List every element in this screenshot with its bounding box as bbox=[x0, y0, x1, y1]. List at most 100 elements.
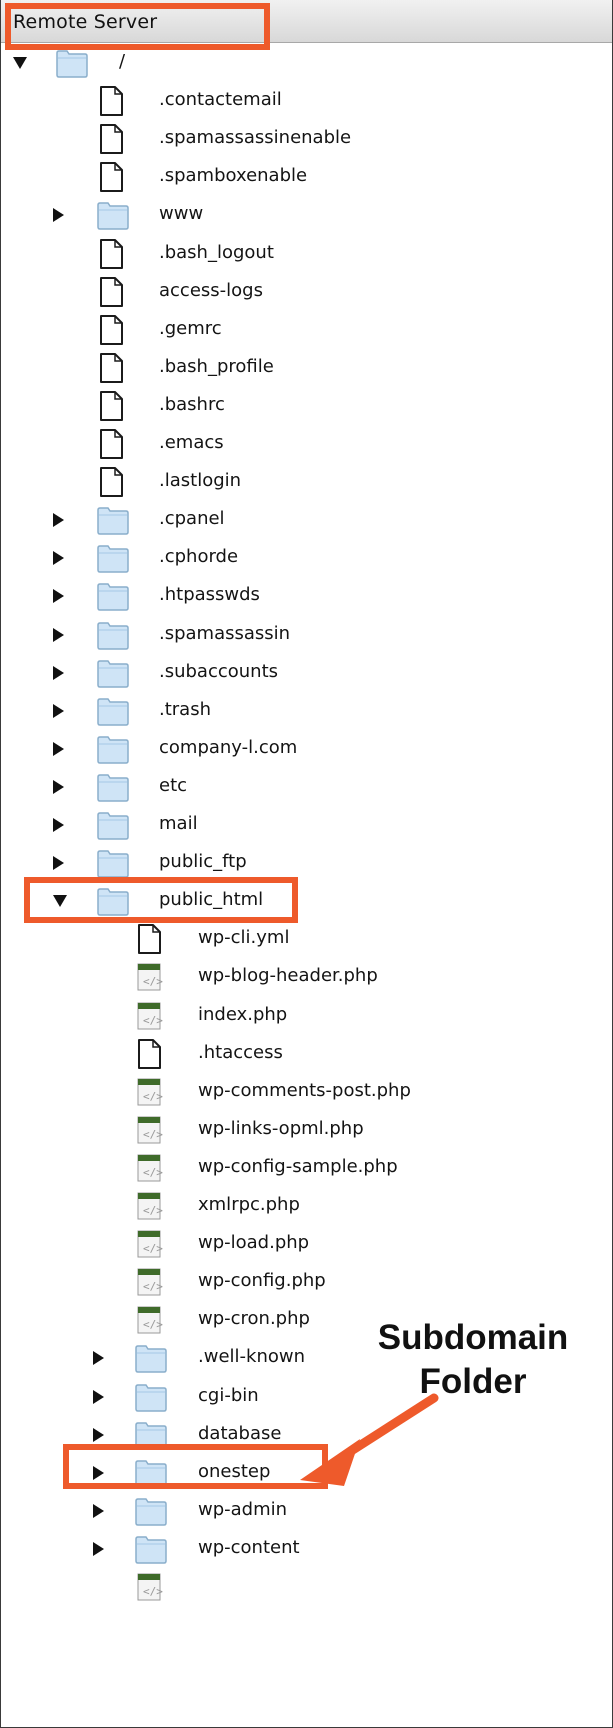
collapsed-disclosure-icon[interactable] bbox=[53, 779, 64, 794]
tree-row-emacs[interactable]: .emacs bbox=[1, 425, 612, 463]
svg-text:</>: </> bbox=[143, 1318, 163, 1331]
collapsed-disclosure-icon[interactable] bbox=[53, 513, 64, 528]
tree-row-lastlogin[interactable]: .lastlogin bbox=[1, 463, 612, 501]
tree-item-label: .emacs bbox=[159, 432, 224, 453]
collapsed-disclosure-icon[interactable] bbox=[53, 627, 64, 642]
svg-text:</>: </> bbox=[143, 1280, 163, 1293]
folder-icon bbox=[96, 657, 130, 693]
collapsed-disclosure-icon[interactable] bbox=[53, 818, 64, 832]
folder-icon bbox=[96, 771, 130, 807]
tree-row-wp-links-opml-php[interactable]: </> wp-links-opml.php bbox=[1, 1111, 612, 1149]
file-icon bbox=[96, 276, 126, 312]
file-icon bbox=[96, 390, 126, 426]
expanded-disclosure-icon[interactable] bbox=[13, 57, 27, 69]
php-file-icon: </> bbox=[134, 1190, 164, 1226]
tree-item-label: wp-links-opml.php bbox=[198, 1117, 364, 1139]
tree-row-wp-load-php[interactable]: </> wp-load.php bbox=[1, 1225, 612, 1263]
tree-row-htaccess[interactable]: .htaccess bbox=[1, 1035, 612, 1073]
tree-row-wp-config-php[interactable]: </> wp-config.php bbox=[1, 1263, 612, 1301]
tree-row-bash-logout[interactable]: .bash_logout bbox=[1, 235, 612, 273]
tree-item-label: database bbox=[198, 1422, 282, 1444]
collapsed-disclosure-icon[interactable] bbox=[93, 1427, 104, 1442]
folder-icon bbox=[134, 1495, 168, 1531]
subdomain-folder-callout: Subdomain Folder bbox=[348, 1316, 598, 1404]
callout-line-1: Subdomain bbox=[377, 1318, 569, 1357]
php-file-icon: </> bbox=[134, 1571, 164, 1607]
tree-row-trash[interactable]: .trash bbox=[1, 692, 612, 730]
tree-row-spamassassin[interactable]: .spamassassin bbox=[1, 616, 612, 654]
collapsed-disclosure-icon[interactable] bbox=[53, 551, 64, 566]
tree-row-spamassassinenable[interactable]: .spamassassinenable bbox=[1, 120, 612, 158]
tree-row-bash-profile[interactable]: .bash_profile bbox=[1, 349, 612, 387]
tree-item-label: .spamassassin bbox=[159, 622, 291, 644]
tree-row-www[interactable]: www bbox=[1, 196, 612, 234]
tree-row-spamboxenable[interactable]: .spamboxenable bbox=[1, 158, 612, 196]
collapsed-disclosure-icon[interactable] bbox=[93, 1503, 104, 1518]
svg-text:</>: </> bbox=[143, 1204, 163, 1217]
tree-item-label: wp-config.php bbox=[198, 1270, 326, 1292]
collapsed-disclosure-icon[interactable] bbox=[53, 856, 64, 871]
php-file-icon: </> bbox=[134, 961, 164, 997]
callout-line-2: Folder bbox=[419, 1362, 527, 1401]
tree-row-bashrc[interactable]: .bashrc bbox=[1, 387, 612, 425]
folder-icon bbox=[96, 695, 130, 731]
file-icon bbox=[134, 1038, 164, 1074]
tree-row-htpasswds[interactable]: .htpasswds bbox=[1, 577, 612, 615]
collapsed-disclosure-icon[interactable] bbox=[53, 703, 64, 718]
tree-row-wp-comments-post-php[interactable]: </> wp-comments-post.php bbox=[1, 1073, 612, 1111]
onestep-highlight bbox=[63, 1444, 328, 1489]
tree-row-company-l-com[interactable]: company-l.com bbox=[1, 730, 612, 768]
svg-text:</>: </> bbox=[143, 1090, 163, 1103]
php-file-icon: </> bbox=[134, 1076, 164, 1112]
tree-item-label: etc bbox=[159, 774, 188, 796]
tree-item-label: .bash_profile bbox=[159, 355, 274, 377]
svg-text:</>: </> bbox=[143, 975, 163, 988]
folder-icon bbox=[96, 199, 130, 235]
tree-row-cpanel[interactable]: .cpanel bbox=[1, 501, 612, 539]
tree-row-cphorde[interactable]: .cphorde bbox=[1, 539, 612, 577]
tree-item-label: .cphorde bbox=[159, 546, 239, 568]
tree-row-contactemail[interactable]: .contactemail bbox=[1, 82, 612, 120]
collapsed-disclosure-icon[interactable] bbox=[93, 1351, 104, 1366]
file-icon bbox=[96, 123, 126, 159]
tree-row-wp-cli-yml[interactable]: wp-cli.yml bbox=[1, 920, 612, 958]
php-file-icon: </> bbox=[134, 1114, 164, 1150]
file-icon bbox=[96, 428, 126, 464]
tree-item-label: .lastlogin bbox=[159, 470, 242, 492]
folder-icon bbox=[134, 1533, 168, 1569]
collapsed-disclosure-icon[interactable] bbox=[53, 741, 64, 756]
collapsed-disclosure-icon[interactable] bbox=[93, 1541, 104, 1556]
tree-item-label: .bash_logout bbox=[159, 241, 274, 263]
tree-row-xmlrpc-php[interactable]: </> xmlrpc.php bbox=[1, 1187, 612, 1225]
php-file-icon: </> bbox=[134, 1000, 164, 1036]
tree-row-wp-content[interactable]: wp-content bbox=[1, 1530, 612, 1568]
tree-item-label: .spamboxenable bbox=[159, 165, 308, 187]
tree-row-item[interactable]: </> bbox=[1, 1568, 612, 1606]
file-icon bbox=[96, 238, 126, 274]
collapsed-disclosure-icon[interactable] bbox=[53, 665, 64, 680]
tree-row-wp-config-sample-php[interactable]: </> wp-config-sample.php bbox=[1, 1149, 612, 1187]
folder-icon bbox=[55, 47, 89, 83]
collapsed-disclosure-icon[interactable] bbox=[53, 208, 64, 223]
collapsed-disclosure-icon[interactable] bbox=[93, 1389, 104, 1404]
folder-icon bbox=[96, 733, 130, 769]
tree-row-wp-blog-header-php[interactable]: </> wp-blog-header.php bbox=[1, 958, 612, 996]
tree-item-label: .gemrc bbox=[159, 317, 222, 339]
php-file-icon: </> bbox=[134, 1152, 164, 1188]
tree-row-index-php[interactable]: </> index.php bbox=[1, 997, 612, 1035]
tree-item-label: index.php bbox=[198, 1003, 288, 1025]
tree-item-label: .htpasswds bbox=[159, 584, 260, 606]
tree-item-label: wp-cli.yml bbox=[198, 927, 290, 949]
tree-row-etc[interactable]: etc bbox=[1, 768, 612, 806]
tree-row-gemrc[interactable]: .gemrc bbox=[1, 311, 612, 349]
tree-row-mail[interactable]: mail bbox=[1, 806, 612, 844]
tree-item-label: wp-content bbox=[198, 1536, 300, 1558]
tree-item-label: / bbox=[119, 51, 126, 72]
tree-row-wp-admin[interactable]: wp-admin bbox=[1, 1492, 612, 1530]
tree-row-subaccounts[interactable]: .subaccounts bbox=[1, 654, 612, 692]
tree-row-access-logs[interactable]: access-logs bbox=[1, 273, 612, 311]
collapsed-disclosure-icon[interactable] bbox=[53, 589, 64, 604]
file-icon bbox=[96, 161, 126, 197]
tree-item-label: .subaccounts bbox=[159, 660, 279, 682]
file-icon bbox=[96, 85, 126, 121]
